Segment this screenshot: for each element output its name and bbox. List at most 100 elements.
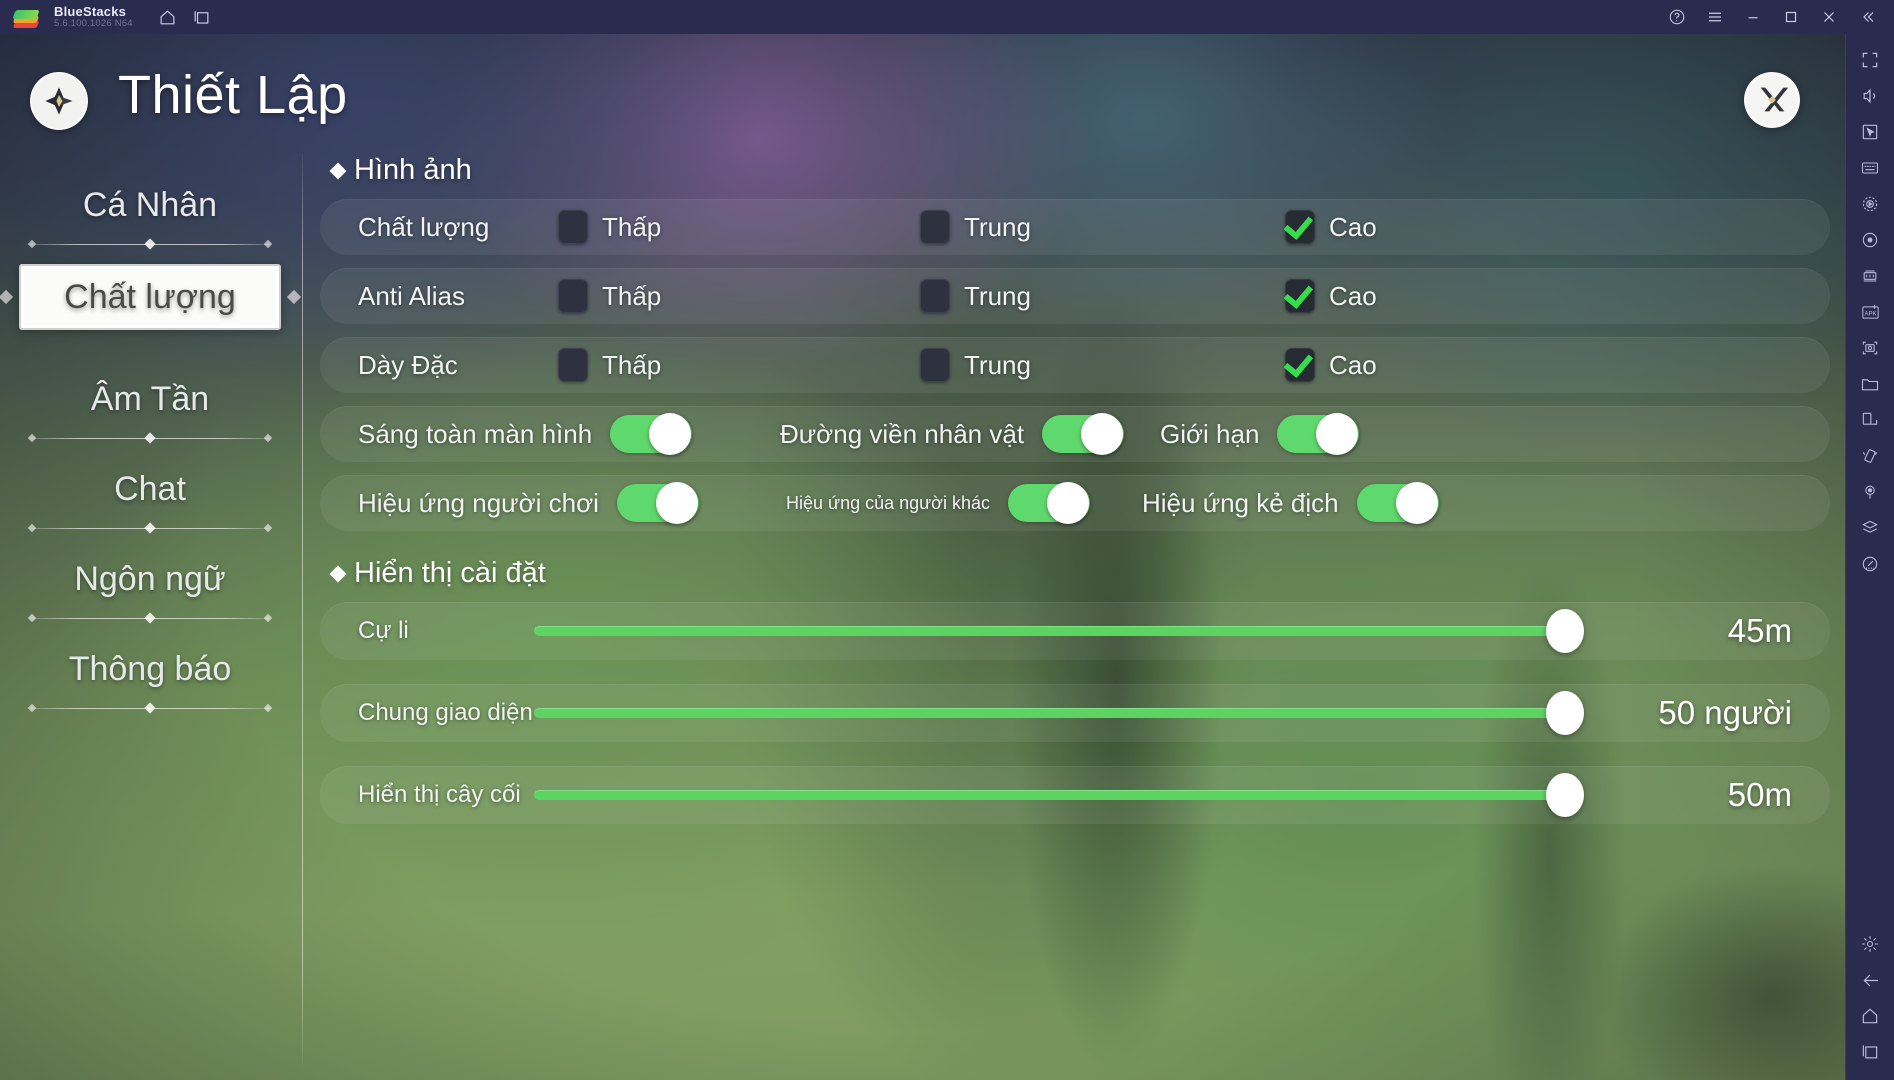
minimize-icon[interactable] <box>1734 0 1772 34</box>
checkbox-label: Thấp <box>602 349 662 380</box>
close-settings-button[interactable] <box>1744 72 1800 128</box>
multi-instance-icon[interactable] <box>1850 258 1890 294</box>
record-macro-icon[interactable] <box>1850 222 1890 258</box>
nav-divider <box>27 238 273 252</box>
home-icon[interactable] <box>151 0 185 34</box>
checkbox-chat-luong-cao[interactable]: Cao <box>1285 210 1377 244</box>
checkbox-label: Cao <box>1329 280 1377 311</box>
close-icon[interactable] <box>1810 0 1848 34</box>
toggle-knob <box>655 482 698 524</box>
toggle-switch-on[interactable] <box>1008 482 1091 524</box>
slider-track[interactable] <box>534 790 1584 800</box>
toggle-label: Hiệu ứng người chơi <box>358 487 599 518</box>
checkbox-box-checked <box>1285 210 1315 244</box>
close-x-icon <box>1760 87 1789 112</box>
titlebar-nav-icons <box>151 0 219 34</box>
toggle-switch-on[interactable] <box>1277 413 1360 455</box>
sidebar-item-ngon-ngu[interactable]: Ngôn ngữ <box>15 548 285 610</box>
back-button[interactable] <box>30 72 88 130</box>
nav-divider <box>27 612 273 626</box>
slider-track[interactable] <box>534 708 1584 718</box>
bluestacks-right-toolbar: APK <box>1845 34 1894 1080</box>
checkbox-day-dac-trung[interactable]: Trung <box>920 348 1031 382</box>
sidebar-item-ca-nhan[interactable]: Cá Nhân <box>15 174 285 236</box>
checkbox-anti-alias-trung[interactable]: Trung <box>920 279 1031 313</box>
keyboard-icon[interactable] <box>1850 150 1890 186</box>
settings-header: Thiết Lập <box>0 34 1845 154</box>
slider-value: 50m <box>1727 776 1792 813</box>
recent-apps-icon[interactable] <box>1850 1034 1890 1070</box>
checkbox-chat-luong-trung[interactable]: Trung <box>920 210 1031 244</box>
toggle-hieu-ung-nguoi-choi[interactable]: Hiệu ứng người chơi <box>358 482 699 524</box>
toggle-switch-on[interactable] <box>1042 413 1125 455</box>
slider-knob[interactable] <box>1546 691 1584 735</box>
slider-value: 50 người <box>1658 694 1792 731</box>
slider-label: Hiển thị cây cối <box>358 781 521 808</box>
collapse-icon[interactable] <box>1848 0 1886 34</box>
checkbox-label: Thấp <box>602 211 662 242</box>
checkbox-box <box>920 279 950 313</box>
location-icon[interactable] <box>1850 474 1890 510</box>
sidebar-entry-0: Cá Nhân <box>15 174 285 262</box>
fullscreen-icon[interactable] <box>1850 42 1890 78</box>
slider-knob[interactable] <box>1546 609 1584 653</box>
toggle-hieu-ung-cua-nguoi-khac[interactable]: Hiệu ứng của người khác <box>786 482 1091 524</box>
sidebar-entry-1: Chất lượng <box>15 264 285 330</box>
toggle-duong-vien-nhan-vat[interactable]: Đường viền nhân vật <box>780 413 1125 455</box>
rotate-screen-icon[interactable] <box>1850 402 1890 438</box>
checkbox-day-dac-thap[interactable]: Thấp <box>558 348 661 382</box>
menu-icon[interactable] <box>1696 0 1734 34</box>
toggle-knob <box>1395 482 1438 524</box>
layers-icon[interactable] <box>1850 510 1890 546</box>
row-label: Chất lượng <box>358 211 490 242</box>
checkbox-chat-luong-thap[interactable]: Thấp <box>558 210 661 244</box>
checkbox-anti-alias-cao[interactable]: Cao <box>1285 279 1377 313</box>
maximize-icon[interactable] <box>1772 0 1810 34</box>
setting-row-toggles-2: Hiệu ứng người chơi Hiệu ứng của người k… <box>320 475 1830 531</box>
checkbox-day-dac-cao[interactable]: Cao <box>1285 348 1377 382</box>
toggle-sang-toan-man-hinh[interactable]: Sáng toàn màn hình <box>358 413 693 455</box>
performance-icon[interactable] <box>1850 546 1890 582</box>
sidebar-item-am-tan[interactable]: Âm Tần <box>15 368 285 430</box>
toggle-gioi-han[interactable]: Giới hạn <box>1160 413 1360 455</box>
checkbox-box <box>558 279 588 313</box>
home-icon[interactable] <box>1850 998 1890 1034</box>
toggle-hieu-ung-ke-dich[interactable]: Hiệu ứng kẻ địch <box>1142 482 1439 524</box>
setting-row-hien-thi-cay-coi: Hiển thị cây cối 50m <box>320 766 1830 824</box>
toggle-switch-on[interactable] <box>610 413 693 455</box>
media-folder-icon[interactable] <box>1850 366 1890 402</box>
toggle-knob <box>1316 413 1359 455</box>
sidebar-item-chat-luong[interactable]: Chất lượng <box>19 264 281 330</box>
checkbox-box-checked <box>1285 348 1315 382</box>
checkbox-label: Trung <box>964 211 1031 242</box>
section-header-hien-thi-cai-dat: Hiển thị cài đặt <box>329 557 1830 590</box>
volume-icon[interactable] <box>1850 78 1890 114</box>
app-name: BlueStacks <box>54 3 127 19</box>
install-apk-icon[interactable]: APK <box>1850 294 1890 330</box>
toggle-switch-on[interactable] <box>616 482 699 524</box>
sidebar-entry-5: Thông báo <box>15 638 285 726</box>
sidebar-item-thong-bao[interactable]: Thông báo <box>15 638 285 700</box>
shake-icon[interactable] <box>1850 438 1890 474</box>
screenshot-icon[interactable] <box>1850 330 1890 366</box>
game-controls-icon[interactable] <box>1850 186 1890 222</box>
nav-divider <box>27 432 273 446</box>
settings-gear-icon[interactable] <box>1850 926 1890 962</box>
slider-knob[interactable] <box>1546 773 1584 817</box>
help-icon[interactable] <box>1658 0 1696 34</box>
checkbox-anti-alias-thap[interactable]: Thấp <box>558 279 661 313</box>
back-arrow-icon[interactable] <box>1850 962 1890 998</box>
sidebar-entry-3: Chat <box>15 458 285 546</box>
pointer-icon[interactable] <box>1850 114 1890 150</box>
recent-apps-icon[interactable] <box>185 0 219 34</box>
bluestacks-logo-icon <box>12 6 42 28</box>
sidebar-vertical-divider <box>302 154 303 1064</box>
slider-track[interactable] <box>534 626 1584 636</box>
checkbox-label: Cao <box>1329 349 1377 380</box>
sidebar-item-chat[interactable]: Chat <box>15 458 285 520</box>
toggle-label: Giới hạn <box>1160 418 1260 449</box>
checkbox-label: Cao <box>1329 211 1377 242</box>
nav-divider <box>27 522 273 536</box>
toggle-switch-on[interactable] <box>1356 482 1439 524</box>
checkbox-box-checked <box>1285 279 1315 313</box>
